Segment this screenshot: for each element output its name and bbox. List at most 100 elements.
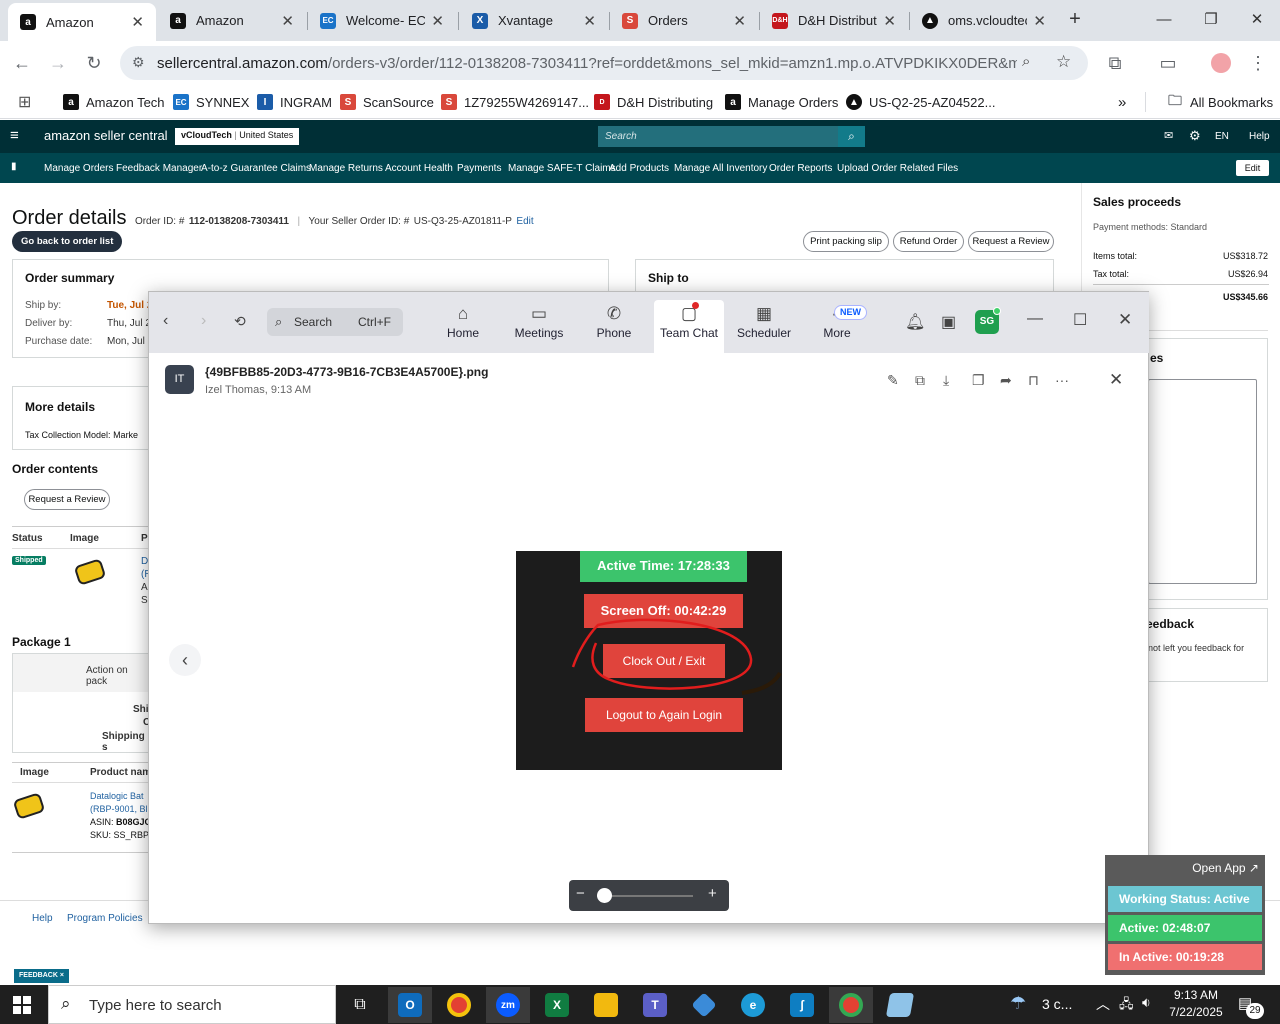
back-chevron-icon[interactable]: ‹	[163, 312, 168, 330]
language-selector[interactable]: EN	[1215, 131, 1229, 142]
bell-icon[interactable]: 🔔︎	[905, 312, 925, 332]
nav-payments[interactable]: Payments	[457, 163, 501, 174]
close-icon[interactable]: ✕	[1033, 12, 1046, 30]
bookmark-pin-icon[interactable]: ▮	[11, 161, 17, 172]
browser-tab[interactable]: a Amazon ✕	[158, 4, 306, 37]
product-thumbnail[interactable]	[12, 788, 48, 822]
forward-arrow-icon[interactable]: →	[44, 49, 72, 77]
close-icon[interactable]: ✕	[281, 12, 294, 30]
zoom-slider-thumb[interactable]	[597, 888, 612, 903]
zoom-nav-scheduler[interactable]: ▦ Scheduler	[729, 304, 799, 340]
zoom-search-input[interactable]: ⌕ Search Ctrl+F	[267, 308, 403, 336]
copy-icon[interactable]: ❐	[972, 372, 985, 389]
notepad-taskbar-button[interactable]	[878, 987, 922, 1023]
teams-taskbar-button[interactable]: T	[633, 987, 677, 1023]
script-app-taskbar-button[interactable]: ʃ	[780, 987, 824, 1023]
request-review-button[interactable]: Request a Review	[968, 231, 1054, 252]
taskbar-search-box[interactable]: ⌕ Type here to search	[48, 985, 336, 1024]
chrome-taskbar-button[interactable]	[437, 987, 481, 1023]
close-icon[interactable]: ✕	[431, 12, 444, 30]
mail-icon[interactable]: ✉	[1164, 129, 1173, 142]
refund-order-button[interactable]: Refund Order	[893, 231, 964, 252]
extensions-icon[interactable]: ⧉	[1101, 49, 1129, 77]
edit-seller-order-link[interactable]: Edit	[516, 216, 533, 227]
address-bar[interactable]: ⚙ sellercentral.amazon.com/orders-v3/ord…	[120, 46, 1088, 80]
app-taskbar-button[interactable]	[682, 987, 726, 1023]
product-thumbnail[interactable]	[72, 556, 108, 588]
network-icon[interactable]: 🖧︎	[1119, 995, 1134, 1017]
apps-grid-icon[interactable]: ⊞	[18, 92, 31, 112]
nav-account-health[interactable]: Account Health	[385, 163, 453, 174]
minimize-icon[interactable]: —	[1027, 310, 1043, 328]
back-to-order-list-button[interactable]: Go back to order list	[12, 231, 123, 252]
close-icon[interactable]: ✕	[131, 13, 144, 31]
bookmark-item[interactable]: a Amazon Tech	[63, 92, 165, 112]
weather-icon[interactable]: ☂	[1010, 993, 1026, 1014]
site-info-icon[interactable]: ⚙	[132, 54, 145, 71]
search-icon[interactable]: ⌕	[838, 126, 865, 147]
bookmark-icon[interactable]: ⊓	[1028, 372, 1039, 389]
account-switcher[interactable]: vCloudTech | United States	[175, 128, 300, 145]
edit-icon[interactable]: ✎	[887, 372, 899, 389]
file-explorer-taskbar-button[interactable]	[584, 987, 628, 1023]
reload-icon[interactable]: ↻	[80, 49, 108, 77]
nav-feedback-manager[interactable]: Feedback Manager	[116, 163, 202, 174]
zoom-avatar[interactable]: SG	[975, 307, 1001, 334]
close-icon[interactable]: ✕	[1118, 310, 1132, 330]
chevron-up-icon[interactable]: ︿	[1096, 994, 1110, 1014]
window-close-icon[interactable]: ✕	[1234, 0, 1280, 38]
bookmark-item[interactable]: I INGRAM	[257, 92, 332, 112]
help-link[interactable]: Help	[1249, 131, 1270, 142]
open-external-icon[interactable]: ⧉	[915, 372, 925, 389]
nav-order-reports[interactable]: Order Reports	[769, 163, 832, 174]
zoom-nav-meetings[interactable]: ▭ Meetings	[504, 304, 574, 340]
edge-taskbar-button[interactable]: e	[731, 987, 775, 1023]
volume-icon[interactable]: 🔉︎	[1142, 994, 1151, 1011]
cast-icon[interactable]: ▭	[1154, 49, 1182, 77]
nav-edit-button[interactable]: Edit	[1236, 160, 1269, 176]
close-icon[interactable]: ✕	[583, 12, 596, 30]
outlook-taskbar-button[interactable]: O	[388, 987, 432, 1023]
nav-safe-t-claims[interactable]: Manage SAFE-T Claims	[508, 163, 616, 174]
bookmark-item[interactable]: ▲ US-Q2-25-AZ04522...	[846, 92, 995, 112]
print-packing-slip-button[interactable]: Print packing slip	[803, 231, 889, 252]
browser-tab[interactable]: D&H D&H Distribut ✕	[760, 4, 908, 37]
open-app-link[interactable]: Open App ↗	[1192, 861, 1259, 875]
taskbar-clock[interactable]: 9:13 AM 7/22/2025	[1164, 987, 1228, 1021]
zoom-lens-icon[interactable]: ⌕	[1022, 53, 1030, 70]
feedback-tab[interactable]: FEEDBACK ×	[14, 969, 69, 983]
zoom-slider[interactable]: − +	[569, 880, 729, 911]
minimize-icon[interactable]: —	[1141, 0, 1187, 38]
nav-manage-returns[interactable]: Manage Returns	[309, 163, 383, 174]
forward-chevron-icon[interactable]: ›	[201, 312, 206, 330]
seller-search-input[interactable]: Search	[598, 126, 838, 147]
history-icon[interactable]: ⟲	[234, 313, 246, 330]
maximize-icon[interactable]: ☐	[1073, 310, 1087, 330]
nav-manage-orders[interactable]: Manage Orders	[44, 163, 113, 174]
seller-central-logo[interactable]: amazon seller central	[44, 128, 168, 143]
calendar-icon[interactable]: ▣	[941, 312, 956, 332]
request-review-small-button[interactable]: Request a Review	[24, 489, 110, 510]
zoom-nav-home[interactable]: ⌂ Home	[428, 304, 498, 340]
start-button[interactable]	[0, 987, 44, 1023]
download-icon[interactable]: ⤓	[943, 372, 949, 389]
browser-tab[interactable]: X Xvantage ✕	[460, 4, 608, 37]
previous-image-button[interactable]: ‹	[169, 644, 201, 676]
browser-tab[interactable]: S Orders ✕	[610, 4, 758, 37]
close-icon[interactable]: ✕	[733, 12, 746, 30]
nav-add-products[interactable]: Add Products	[609, 163, 669, 174]
browser-tab[interactable]: ▲ oms.vcloudtec ✕	[910, 4, 1058, 37]
weather-text[interactable]: 3 c...	[1042, 996, 1072, 1012]
task-view-button[interactable]: ⧉	[338, 987, 382, 1023]
all-bookmarks-button[interactable]: 🗀 All Bookmarks	[1145, 92, 1273, 112]
more-options-icon[interactable]: ···	[1055, 372, 1069, 388]
close-preview-icon[interactable]: ✕	[1109, 370, 1123, 390]
new-tab-button[interactable]: +	[1064, 8, 1086, 30]
product-title-link[interactable]: Datalogic Bat	[90, 790, 152, 803]
chrome-profile-taskbar-button[interactable]	[829, 987, 873, 1023]
browser-tab[interactable]: a Amazon ✕	[8, 3, 156, 41]
notes-textarea[interactable]	[1148, 379, 1257, 584]
profile-avatar[interactable]	[1211, 53, 1231, 73]
nav-a-to-z-claims[interactable]: A-to-z Guarantee Claims	[201, 163, 311, 174]
zoom-out-icon[interactable]: −	[576, 885, 585, 902]
